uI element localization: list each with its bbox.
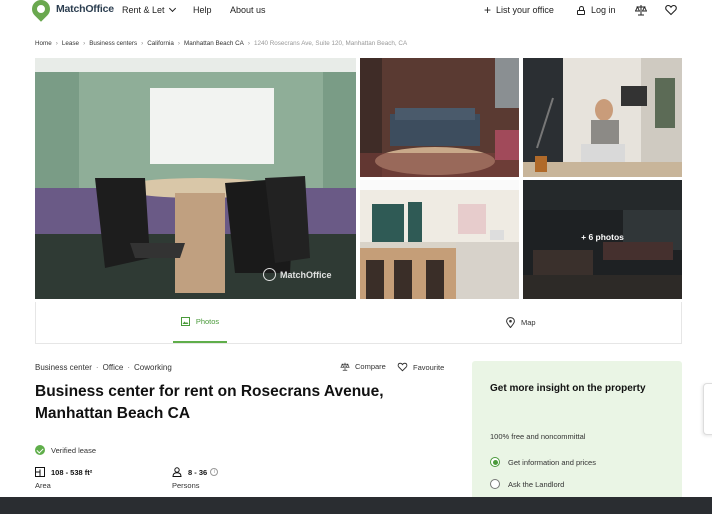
type-office: Office	[102, 363, 124, 372]
area-label: Area	[35, 481, 51, 490]
verified-label: Verified lease	[51, 445, 97, 455]
verified-badge: Verified lease	[35, 445, 96, 455]
logo-text: MatchOffice	[56, 3, 114, 15]
compare-label: Compare	[355, 362, 386, 371]
login-label: Log in	[591, 5, 616, 15]
panel-subtitle: 100% free and noncommittal	[490, 432, 586, 441]
image-icon	[180, 317, 190, 326]
breadcrumb-business-centers[interactable]: Business centers	[89, 40, 137, 47]
heart-icon	[397, 362, 408, 372]
bottom-bar	[0, 497, 712, 514]
persons-stat: 8 - 36 i Persons	[172, 467, 219, 490]
info-icon[interactable]: i	[210, 468, 219, 476]
photo-gallery: MatchOffice + 6 photos	[35, 58, 682, 299]
tab-photos[interactable]: Photos	[173, 302, 227, 343]
media-tabs: Photos Map	[35, 302, 682, 344]
gallery-photo-lounge[interactable]	[360, 58, 519, 177]
breadcrumb: Home › Lease › Business centers › Californi…	[35, 40, 408, 47]
compare-scale-icon	[340, 362, 350, 371]
logo[interactable]: MatchOffice	[28, 0, 114, 22]
tab-map[interactable]: Map	[506, 302, 536, 343]
compare-scale-icon[interactable]	[635, 4, 647, 16]
nav-rent-let-label: Rent & Let	[122, 5, 165, 15]
persons-value: 8 - 36	[188, 467, 208, 477]
login-link[interactable]: Log in	[577, 5, 616, 15]
list-office-link[interactable]: + List your office	[484, 2, 554, 17]
page-title: Business center for rent on Rosecrans Av…	[35, 383, 384, 422]
chevron-down-icon	[168, 4, 176, 13]
main-photo[interactable]: MatchOffice	[35, 58, 356, 299]
floor-plan-icon	[35, 467, 45, 477]
watermark-text: MatchOffice	[280, 269, 332, 280]
chat-widget-tab[interactable]	[703, 383, 712, 435]
option-information-prices-label: Get information and prices	[508, 457, 596, 467]
breadcrumb-city[interactable]: Manhattan Beach CA	[184, 40, 244, 47]
gallery-photo-workspace[interactable]	[523, 58, 682, 177]
plus-icon: +	[484, 2, 492, 17]
breadcrumb-current: 1240 Rosecrans Ave, Suite 120, Manhattan…	[253, 40, 408, 47]
property-types: Business center · Office · Coworking	[35, 363, 172, 372]
option-information-prices[interactable]: Get information and prices	[490, 457, 596, 467]
compare-button[interactable]: Compare	[340, 362, 386, 371]
watermark-logo-icon	[263, 268, 276, 281]
gallery-photo-more[interactable]: + 6 photos	[523, 180, 682, 299]
panel-title: Get more insight on the property	[490, 383, 646, 394]
tab-photos-label: Photos	[195, 317, 220, 326]
nav-rent-let[interactable]: Rent & Let	[122, 4, 176, 15]
option-ask-landlord-label: Ask the Landlord	[508, 479, 565, 489]
check-circle-icon	[35, 445, 45, 455]
persons-label: Persons	[172, 481, 200, 490]
area-value: 108 - 538 ft²	[51, 467, 93, 477]
favourite-button[interactable]: Favourite	[397, 362, 444, 372]
top-header: MatchOffice Rent & Let Help About us + L…	[0, 0, 712, 24]
nav-help[interactable]: Help	[193, 5, 212, 15]
radio-unselected-icon[interactable]	[490, 479, 500, 489]
lock-icon	[577, 5, 585, 15]
tab-map-label: Map	[521, 318, 536, 327]
type-business-center: Business center	[35, 363, 92, 372]
radio-selected-icon[interactable]	[490, 457, 500, 467]
breadcrumb-home[interactable]: Home	[35, 40, 52, 47]
option-ask-landlord[interactable]: Ask the Landlord	[490, 479, 564, 489]
heart-icon[interactable]	[665, 4, 677, 16]
list-office-label: List your office	[496, 5, 554, 15]
insight-panel: Get more insight on the property 100% fr…	[472, 361, 682, 501]
favourite-label: Favourite	[413, 362, 445, 372]
map-pin-icon	[506, 317, 515, 328]
person-icon	[172, 467, 182, 477]
breadcrumb-lease[interactable]: Lease	[62, 40, 79, 47]
gallery-photo-reception[interactable]	[360, 180, 519, 299]
area-stat: 108 - 538 ft² Area	[35, 467, 92, 490]
nav-about-us[interactable]: About us	[230, 5, 266, 15]
breadcrumb-california[interactable]: California	[147, 40, 174, 47]
watermark: MatchOffice	[263, 268, 332, 281]
more-photos-label: + 6 photos	[581, 232, 624, 242]
type-coworking: Coworking	[134, 363, 172, 372]
logo-pin-icon	[28, 0, 54, 22]
